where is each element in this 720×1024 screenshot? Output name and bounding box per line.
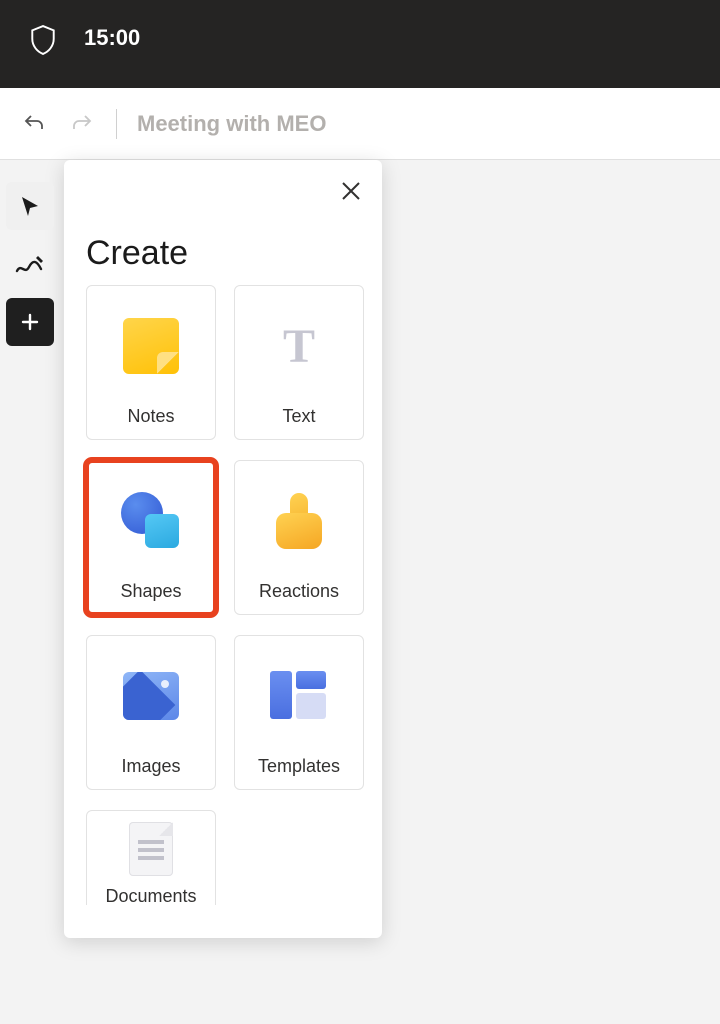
create-card-documents[interactable]: Documents bbox=[86, 810, 216, 905]
card-label: Documents bbox=[105, 886, 196, 905]
status-clock: 15:00 bbox=[84, 25, 140, 51]
document-title: Meeting with MEO bbox=[137, 111, 326, 137]
add-tool-button[interactable] bbox=[6, 298, 54, 346]
app-toolbar: Meeting with MEO bbox=[0, 88, 720, 160]
create-card-text[interactable]: T Text bbox=[234, 285, 364, 440]
toolbar-separator bbox=[116, 109, 117, 139]
create-grid: Notes T Text Shapes Reactions Ima bbox=[64, 285, 382, 905]
card-label: Templates bbox=[258, 756, 340, 777]
ink-tool-button[interactable] bbox=[6, 240, 54, 288]
document-icon bbox=[87, 811, 215, 886]
shield-icon bbox=[30, 25, 56, 60]
close-panel-button[interactable] bbox=[334, 174, 368, 208]
shapes-icon bbox=[87, 461, 215, 581]
create-card-shapes[interactable]: Shapes bbox=[86, 460, 216, 615]
image-icon bbox=[87, 636, 215, 756]
status-bar: 15:00 bbox=[0, 0, 720, 88]
card-label: Shapes bbox=[120, 581, 181, 602]
create-card-images[interactable]: Images bbox=[86, 635, 216, 790]
select-tool-button[interactable] bbox=[6, 182, 54, 230]
canvas-area[interactable]: Create Notes T Text Shapes Reactio bbox=[0, 160, 720, 1024]
text-icon: T bbox=[235, 286, 363, 406]
undo-button[interactable] bbox=[20, 110, 48, 138]
templates-icon bbox=[235, 636, 363, 756]
card-label: Images bbox=[121, 756, 180, 777]
create-panel: Create Notes T Text Shapes Reactio bbox=[64, 160, 382, 938]
create-card-reactions[interactable]: Reactions bbox=[234, 460, 364, 615]
create-card-notes[interactable]: Notes bbox=[86, 285, 216, 440]
card-label: Notes bbox=[127, 406, 174, 427]
thumbs-up-icon bbox=[235, 461, 363, 581]
notes-icon bbox=[87, 286, 215, 406]
card-label: Text bbox=[282, 406, 315, 427]
card-label: Reactions bbox=[259, 581, 339, 602]
create-card-templates[interactable]: Templates bbox=[234, 635, 364, 790]
tool-rail bbox=[6, 182, 58, 346]
redo-button[interactable] bbox=[68, 110, 96, 138]
